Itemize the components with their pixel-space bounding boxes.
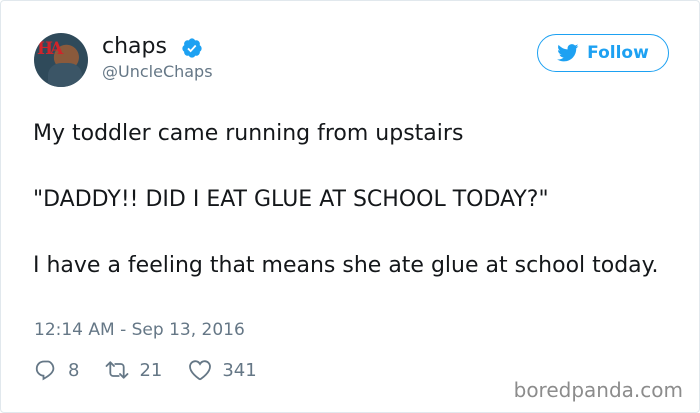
like-action[interactable]: 341 bbox=[188, 358, 257, 382]
tweet-line-2: "DADDY!! DID I EAT GLUE AT SCHOOL TODAY?… bbox=[33, 187, 549, 212]
display-name[interactable]: chaps bbox=[102, 33, 167, 61]
avatar[interactable]: HA bbox=[34, 33, 88, 87]
follow-label: Follow bbox=[587, 43, 649, 63]
heart-icon bbox=[189, 360, 212, 381]
tweet-line-3: I have a feeling that means she ate glue… bbox=[33, 253, 659, 278]
retweet-count: 21 bbox=[139, 359, 163, 381]
tweet-timestamp[interactable]: 12:14 AM - Sep 13, 2016 bbox=[34, 319, 245, 341]
follow-button[interactable]: Follow bbox=[537, 34, 669, 72]
verified-badge-icon bbox=[182, 38, 202, 58]
twitter-bird-icon bbox=[557, 44, 579, 62]
user-handle[interactable]: @UncleChaps bbox=[102, 62, 213, 82]
retweet-action[interactable]: 21 bbox=[105, 358, 162, 382]
tweet-text: My toddler came running from upstairs "D… bbox=[33, 117, 673, 282]
tweet-card: HA chaps @UncleChaps Follow My toddler c… bbox=[0, 0, 700, 413]
tweet-actions: 8 21 341 bbox=[34, 358, 283, 382]
reply-action[interactable]: 8 bbox=[34, 358, 79, 382]
watermark: boredpanda.com bbox=[513, 378, 683, 402]
retweet-icon bbox=[106, 361, 129, 379]
like-count: 341 bbox=[222, 359, 257, 381]
reply-count: 8 bbox=[68, 359, 80, 381]
avatar-logo: HA bbox=[37, 39, 63, 59]
reply-icon bbox=[35, 360, 55, 381]
tweet-line-1: My toddler came running from upstairs bbox=[33, 121, 464, 146]
avatar-figure bbox=[48, 63, 82, 87]
